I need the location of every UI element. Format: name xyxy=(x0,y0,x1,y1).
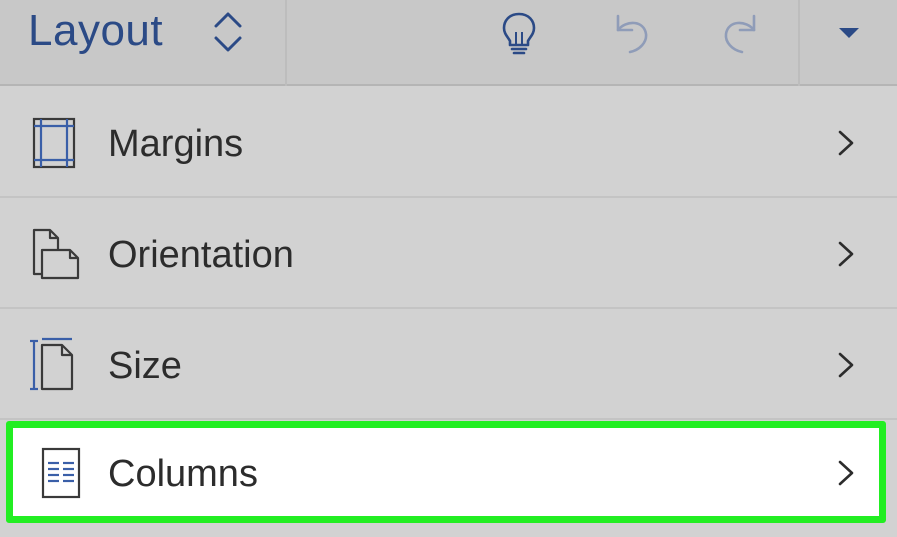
menu-item-label: Columns xyxy=(108,453,258,495)
up-down-chevron-icon xyxy=(214,12,242,52)
toolbar-divider xyxy=(798,0,800,86)
columns-icon xyxy=(41,447,81,499)
chevron-right-icon xyxy=(838,352,854,378)
toolbar-divider xyxy=(285,0,287,86)
ribbon-tab-switcher[interactable]: Layout xyxy=(0,0,285,86)
ribbon-toolbar: Layout xyxy=(0,0,897,86)
menu-item-margins[interactable]: Margins xyxy=(0,88,897,198)
dropdown-triangle-icon[interactable] xyxy=(838,26,860,40)
chevron-right-icon xyxy=(838,241,854,267)
lightbulb-icon[interactable] xyxy=(497,10,541,56)
undo-icon[interactable] xyxy=(608,10,652,56)
menu-item-label: Size xyxy=(108,345,182,387)
menu-item-label: Orientation xyxy=(108,234,294,276)
margins-icon xyxy=(32,117,76,169)
menu-item-size[interactable]: Size xyxy=(0,310,897,420)
menu-item-label: Margins xyxy=(108,123,244,165)
ribbon-tab-title: Layout xyxy=(28,6,164,55)
chevron-right-icon xyxy=(838,460,854,486)
chevron-right-icon xyxy=(838,130,854,156)
redo-icon[interactable] xyxy=(720,10,764,56)
menu-item-orientation[interactable]: Orientation xyxy=(0,199,897,309)
word-layout-menu: Layout Margins Orientation Size Columns xyxy=(0,0,897,537)
page-size-icon xyxy=(30,337,74,391)
orientation-icon xyxy=(32,228,80,280)
menu-item-columns[interactable]: Columns xyxy=(6,421,886,523)
